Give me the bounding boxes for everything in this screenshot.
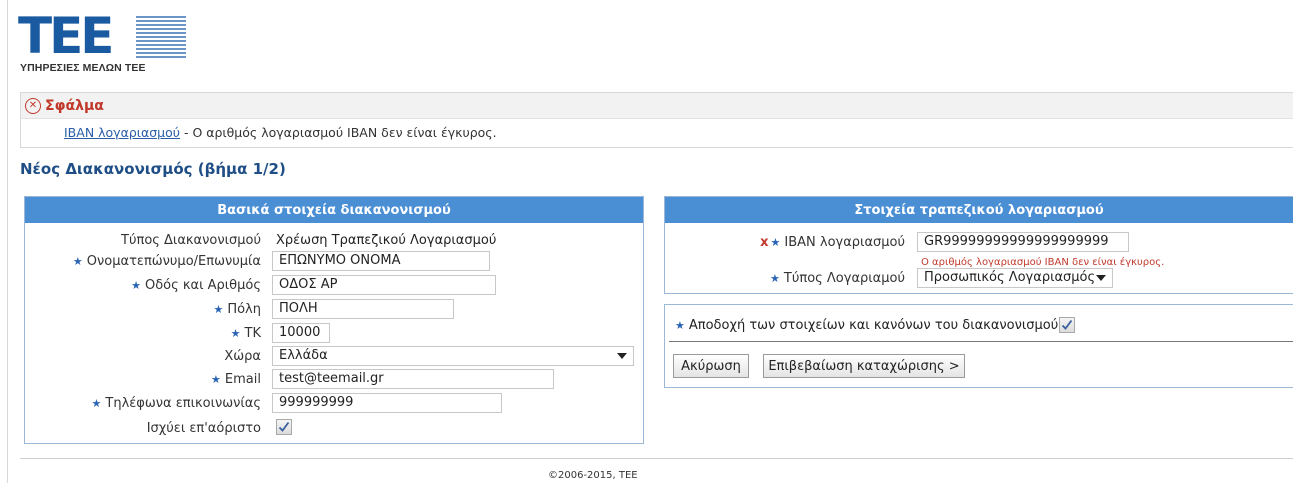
error-title: Σφάλμα (45, 97, 104, 114)
bank-details-header: Στοιχεία τραπεζικού λογαριασμού (665, 197, 1293, 223)
country-selected-value: Ελλάδα (279, 348, 328, 363)
zip-label-text: ΤΚ (244, 326, 261, 341)
accept-label: ★ Αποδοχή των στοιχείων και κανόνων του δ… (675, 318, 1058, 333)
settlement-type-label: Τύπος Διακανονισμού (25, 233, 261, 248)
required-star-icon: ★ (770, 272, 780, 285)
country-select[interactable]: Ελλάδα (272, 346, 634, 366)
copyright-text: ©2006-2015, TEE (548, 470, 638, 481)
account-type-label: ★ Τύπος Λογαριαμού (665, 271, 905, 286)
phone-label-text: Τηλέφωνα επικοινωνίας (105, 396, 261, 411)
chevron-down-icon (1096, 275, 1106, 281)
account-type-label-text: Τύπος Λογαριαμού (783, 271, 905, 286)
iban-label: x ★ IBAN λογαριασμού (665, 235, 905, 250)
city-label-text: Πόλη (227, 302, 261, 317)
error-panel: ✕ Σφάλμα IBAN λογαριασμού - Ο αριθμός λο… (20, 92, 1293, 148)
phone-field[interactable]: 999999999 (272, 393, 502, 413)
checkmark-icon (278, 421, 290, 432)
indefinite-checkbox[interactable] (276, 419, 292, 435)
accept-panel: ★ Αποδοχή των στοιχείων και κανόνων του δ… (664, 304, 1293, 388)
street-field[interactable]: ΟΔΟΣ ΑΡ (272, 275, 496, 295)
required-star-icon: ★ (230, 327, 241, 340)
email-label-text: Email (224, 372, 261, 387)
country-label: Χώρα (25, 349, 261, 364)
required-star-icon: ★ (211, 373, 221, 386)
checkmark-icon (1061, 319, 1073, 330)
required-star-icon: ★ (213, 303, 224, 316)
required-star-icon: ★ (91, 397, 102, 410)
error-field-link[interactable]: IBAN λογαριασμού (64, 125, 180, 140)
name-label: ★ Ονοματεπώνυμο/Επωνυμία (25, 254, 261, 269)
zip-field[interactable]: 10000 (272, 323, 330, 343)
street-label: ★ Οδός και Αριθμός (25, 278, 261, 293)
error-circle-x-icon: ✕ (25, 97, 41, 114)
logo-subtitle: ΥΠΗΡΕΣΙΕΣ ΜΕΛΩΝ ΤΕΕ (20, 62, 146, 74)
logo-stripes (136, 16, 186, 60)
footer-divider (20, 458, 1293, 459)
city-field[interactable]: ΠΟΛΗ (272, 299, 454, 319)
account-type-selected-value: Προσωπικός Λογαριασμός (924, 270, 1096, 285)
iban-field[interactable]: GR99999999999999999999 (917, 232, 1129, 252)
street-label-text: Οδός και Αριθμός (144, 278, 261, 293)
cancel-button[interactable]: Ακύρωση (673, 354, 749, 378)
iban-error-text: Ο αριθμός λογαριασμού IBAN δεν είναι έγκ… (921, 257, 1165, 268)
accept-label-text: Αποδοχή των στοιχείων και κανόνων του δι… (688, 318, 1059, 333)
divider (669, 341, 1293, 342)
iban-label-text: IBAN λογαριασμού (784, 235, 905, 250)
email-field[interactable]: test@teemail.gr (272, 369, 554, 389)
settlement-type-label-text: Τύπος Διακανονισμού (121, 233, 261, 248)
error-message-text: - Ο αριθμός λογαριασμού IBAN δεν είναι έ… (179, 125, 497, 140)
accept-checkbox[interactable] (1059, 317, 1075, 333)
confirm-button[interactable]: Επιβεβαίωση καταχώρισης > (763, 354, 965, 378)
bank-details-panel: Στοιχεία τραπεζικού λογαριασμού x ★ IBAN λ… (664, 196, 1293, 294)
indefinite-label: Ισχύει επ'αόριστο (25, 421, 261, 436)
required-star-icon: ★ (675, 319, 685, 332)
city-label: ★ Πόλη (25, 302, 261, 317)
chevron-down-icon (617, 353, 627, 359)
account-type-select[interactable]: Προσωπικός Λογαριασμός (917, 268, 1113, 288)
tee-logo[interactable]: TEE ΥΠΗΡΕΣΙΕΣ ΜΕΛΩΝ ΤΕΕ (18, 10, 198, 78)
email-label: ★ Email (25, 372, 261, 387)
name-label-text: Ονοματεπώνυμο/Επωνυμία (86, 254, 261, 269)
basic-details-panel: Βασικά στοιχεία διακανονισμού Τύπος Διακ… (24, 196, 644, 444)
required-star-icon: ★ (131, 279, 141, 292)
name-field[interactable]: ΕΠΩΝΥΜΟ ΟΝΟΜΑ (272, 251, 490, 271)
country-label-text: Χώρα (224, 349, 261, 364)
required-star-icon: ★ (72, 255, 83, 268)
settlement-type-value: Χρέωση Τραπεζικού Λογαριασμού (276, 233, 497, 248)
page-title: Νέος Διακανονισμός (βήμα 1/2) (20, 160, 286, 178)
error-x-icon: x (760, 235, 769, 250)
required-star-icon: ★ (770, 236, 781, 249)
indefinite-label-text: Ισχύει επ'αόριστο (146, 421, 261, 436)
phone-label: ★ Τηλέφωνα επικοινωνίας (25, 396, 261, 411)
zip-label: ★ ΤΚ (25, 326, 261, 341)
logo-text: TEE (18, 7, 114, 65)
basic-details-header: Βασικά στοιχεία διακανονισμού (25, 197, 643, 223)
error-message: IBAN λογαριασμού - Ο αριθμός λογαριασμού… (21, 119, 1293, 140)
error-header: ✕ Σφάλμα (21, 93, 1293, 119)
left-border (7, 0, 8, 483)
